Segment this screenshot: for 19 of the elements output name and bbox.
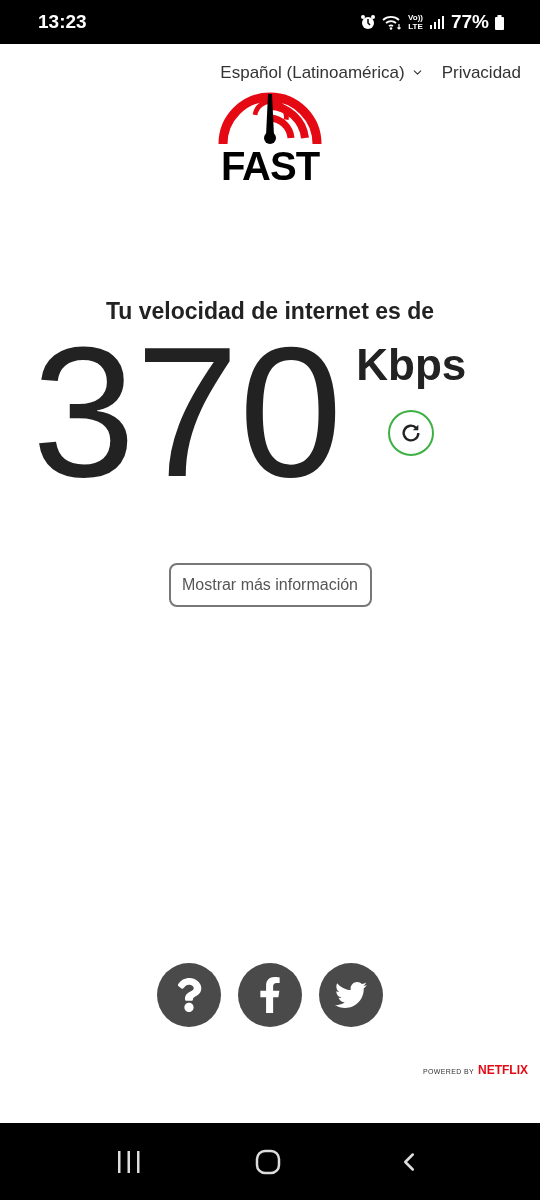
- speed-heading: Tu velocidad de internet es de: [104, 296, 435, 326]
- reload-button[interactable]: [388, 410, 435, 456]
- home-icon[interactable]: [255, 1148, 281, 1175]
- battery-icon: [495, 14, 504, 30]
- logo-wordmark: FAST: [220, 145, 320, 186]
- volte-label: Vo)): [408, 13, 423, 22]
- battery-percentage: 77%: [450, 9, 489, 34]
- privacy-link[interactable]: Privacidad: [441, 60, 521, 86]
- more-info-button[interactable]: Mostrar más información: [168, 563, 372, 607]
- speed-value: 370: [32, 332, 343, 492]
- speed-unit: Kbps: [356, 340, 467, 390]
- language-dropdown[interactable]: Español (Latinoamérica): [220, 60, 424, 86]
- clock: 13:23: [38, 9, 87, 34]
- alarm-icon: [360, 14, 376, 30]
- signal-icon: [428, 15, 445, 29]
- wifi-icon: [382, 14, 402, 30]
- volte-label: LTE: [408, 22, 423, 31]
- recent-apps-icon[interactable]: [116, 1149, 143, 1174]
- netflix-wordmark: NETFLIX: [478, 1062, 528, 1079]
